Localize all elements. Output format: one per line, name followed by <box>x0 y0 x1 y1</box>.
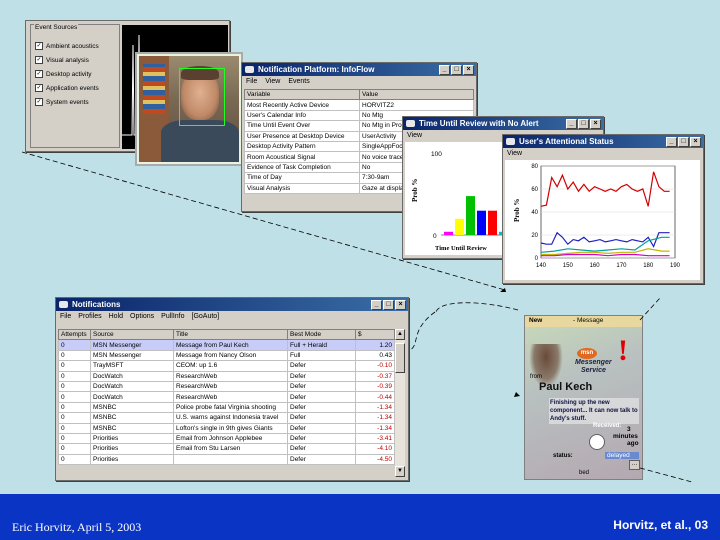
slide-footer: Eric Horvitz, April 5, 2003 Horvitz, et … <box>0 494 720 540</box>
footer-left-text: Eric Horvitz, April 5, 2003 <box>12 520 142 534</box>
footer-right-text: Horvitz, et al., 03 <box>613 518 708 532</box>
connector-lines <box>21 151 693 483</box>
